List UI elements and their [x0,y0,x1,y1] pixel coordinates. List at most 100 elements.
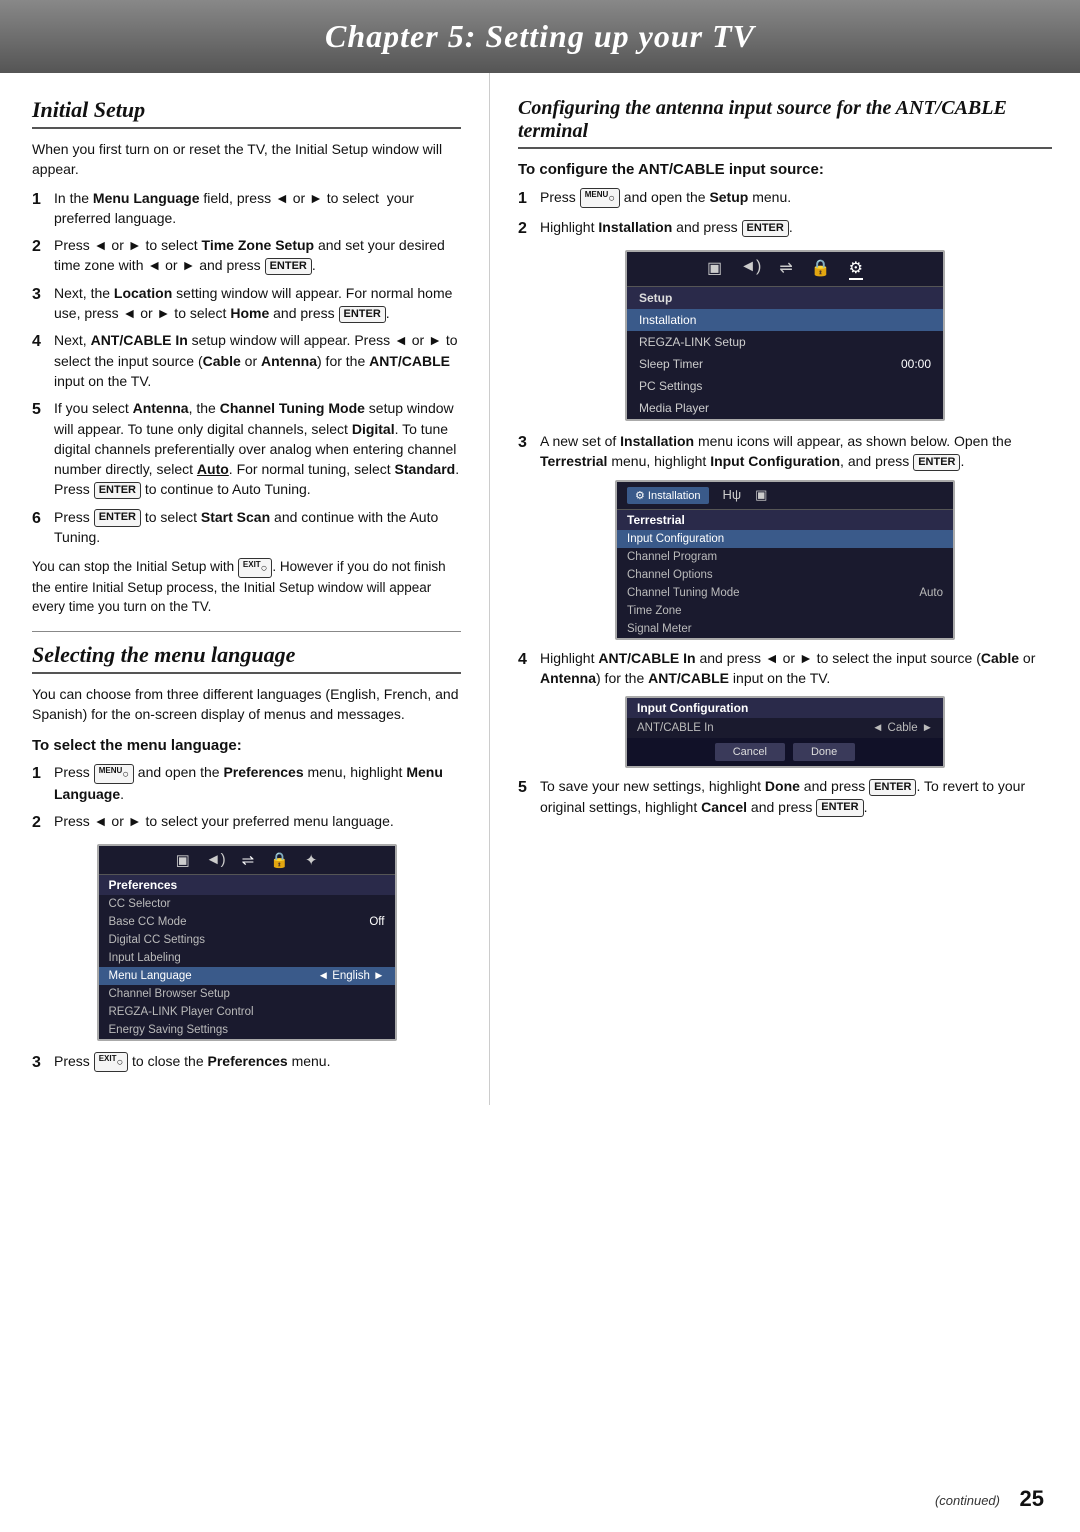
setup-row-pc: PC Settings [627,375,943,397]
ant-row-cable: ANT/CABLE In ◄ Cable ► [627,718,943,738]
configuring-title: Configuring the antenna input source for… [518,97,1052,149]
selecting-menu-language-section: Selecting the menu language You can choo… [32,642,461,1074]
configuring-steps-2: 3 A new set of Installation menu icons w… [518,431,1052,472]
pref-menu-bar: ▣ ◄) ⇌ 🔒 ✦ [99,846,395,875]
selecting-menu-intro: You can choose from three different lang… [32,684,461,725]
config-step-5: 5 To save your new settings, highlight D… [518,776,1052,817]
step-body-6: Press ENTER to select Start Scan and con… [54,507,461,548]
step-body-5: If you select Antenna, the Channel Tunin… [54,398,461,499]
ant-cancel-btn[interactable]: Cancel [715,743,785,761]
config-step-body-3: A new set of Installation menu icons wil… [540,431,1052,472]
setup-icon-tv: ▣ [707,258,722,280]
config-step-num-4: 4 [518,648,540,671]
installation-screen-mockup: ⚙ Installation Hψ ▣ Terrestrial Input Co… [615,480,955,640]
configuring-steps-4: 5 To save your new settings, highlight D… [518,776,1052,817]
configuring-steps-3: 4 Highlight ANT/CABLE In and press ◄ or … [518,648,1052,689]
step-num-1: 1 [32,188,54,211]
enter-key-2: ENTER [265,258,312,275]
installation-icon-hh: Hψ [723,487,742,504]
pref-icon-lock: 🔒 [270,851,289,869]
pref-icon-settings: ⇌ [242,851,255,869]
config-step-num-2: 2 [518,217,540,240]
enter-key-5: ENTER [94,482,141,499]
menu-step-1: 1 Press MENU○ and open the Preferences m… [32,762,461,804]
step-5: 5 If you select Antenna, the Channel Tun… [32,398,461,499]
menu-step-num-1: 1 [32,762,54,785]
setup-row-installation: Installation [627,309,943,331]
chapter-header: Chapter 5: Setting up your TV [0,0,1080,73]
setup-screen-mockup: ▣ ◄) ⇌ 🔒 ⚙ Setup Installation REGZA-LINK… [625,250,945,421]
enter-key-cfg-5: ENTER [869,779,916,796]
setup-icon-lock: 🔒 [811,258,831,280]
config-step-num-3: 3 [518,431,540,454]
step-num-4: 4 [32,330,54,353]
enter-key-3: ENTER [339,306,386,323]
pref-row-cc-selector: CC Selector [99,895,395,913]
setup-row-media: Media Player [627,397,943,419]
initial-setup-intro: When you first turn on or reset the TV, … [32,139,461,180]
main-content: Initial Setup When you first turn on or … [0,73,1080,1105]
config-step-num-1: 1 [518,187,540,210]
initial-setup-section: Initial Setup When you first turn on or … [32,97,461,617]
config-step-1: 1 Press MENU○ and open the Setup menu. [518,187,1052,210]
config-step-num-5: 5 [518,776,540,799]
ic-row-channel-tuning: Channel Tuning ModeAuto [617,584,953,602]
ic-row-time-zone: Time Zone [617,602,953,620]
step-2: 2 Press ◄ or ► to select Time Zone Setup… [32,235,461,276]
installation-icon-gear: ⚙ Installation [627,487,709,504]
configuring-steps: 1 Press MENU○ and open the Setup menu. 2… [518,187,1052,240]
step-6: 6 Press ENTER to select Start Scan and c… [32,507,461,548]
initial-setup-steps: 1 In the Menu Language field, press ◄ or… [32,188,461,548]
exit-key-3: EXIT○ [94,1052,128,1072]
step-num-6: 6 [32,507,54,530]
exit-key-note: EXIT○ [238,558,272,578]
pref-row-regza-link: REGZA-LINK Player Control [99,1003,395,1021]
pref-row-energy-saving: Energy Saving Settings [99,1021,395,1039]
pref-section-header: Preferences [99,875,395,895]
preferences-screen-mockup: ▣ ◄) ⇌ 🔒 ✦ Preferences CC Selector Base … [97,844,397,1041]
menu-step-3: 3 Press EXIT○ to close the Preferences m… [32,1051,461,1074]
config-step-3: 3 A new set of Installation menu icons w… [518,431,1052,472]
selecting-menu-subsection: To select the menu language: [32,735,461,757]
configuring-subsection: To configure the ANT/CABLE input source: [518,159,1052,181]
ic-row-input-config: Input Configuration [617,530,953,548]
menu-step-2: 2 Press ◄ or ► to select your preferred … [32,811,461,834]
ant-done-btn[interactable]: Done [793,743,855,761]
step-body-3: Next, the Location setting window will a… [54,283,461,324]
menu-key-cfg-1: MENU○ [580,188,620,208]
config-step-body-2: Highlight Installation and press ENTER. [540,217,1052,237]
pref-icon-gear: ✦ [305,851,318,869]
setup-icon-gear: ⚙ [849,258,863,280]
step-body-2: Press ◄ or ► to select Time Zone Setup a… [54,235,461,276]
step-3: 3 Next, the Location setting window will… [32,283,461,324]
step-body-1: In the Menu Language field, press ◄ or ►… [54,188,461,229]
initial-setup-title: Initial Setup [32,97,461,129]
page-number: 25 [1020,1486,1044,1512]
enter-key-cfg-3: ENTER [913,454,960,471]
pref-row-input-labeling: Input Labeling [99,949,395,967]
config-step-body-5: To save your new settings, highlight Don… [540,776,1052,817]
pref-row-channel-browser: Channel Browser Setup [99,985,395,1003]
setup-row-sleep: Sleep Timer00:00 [627,353,943,375]
enter-key-cfg-5b: ENTER [816,799,863,816]
selecting-menu-steps-2: 3 Press EXIT○ to close the Preferences m… [32,1051,461,1074]
step-1: 1 In the Menu Language field, press ◄ or… [32,188,461,229]
pref-row-base-cc: Base CC ModeOff [99,913,395,931]
continued-text: (continued) [935,1493,1000,1508]
pref-row-menu-language: Menu Language ◄ English ► [99,967,395,985]
ant-buttons: Cancel Done [627,738,943,766]
chapter-title: Chapter 5: Setting up your TV [40,18,1040,55]
menu-step-body-1: Press MENU○ and open the Preferences men… [54,762,461,804]
ic-row-channel-program: Channel Program [617,548,953,566]
pref-icon-tv: ▣ [176,851,190,869]
ic-row-channel-options: Channel Options [617,566,953,584]
selecting-menu-title: Selecting the menu language [32,642,461,674]
config-step-body-1: Press MENU○ and open the Setup menu. [540,187,1052,208]
menu-key-1: MENU○ [94,764,134,784]
menu-step-num-2: 2 [32,811,54,834]
setup-icon-switch: ⇌ [779,258,792,280]
right-column: Configuring the antenna input source for… [490,73,1080,1105]
ant-left-arrow: ◄ [872,722,883,734]
setup-icon-sound: ◄) [740,258,761,280]
pref-row-digital-cc: Digital CC Settings [99,931,395,949]
